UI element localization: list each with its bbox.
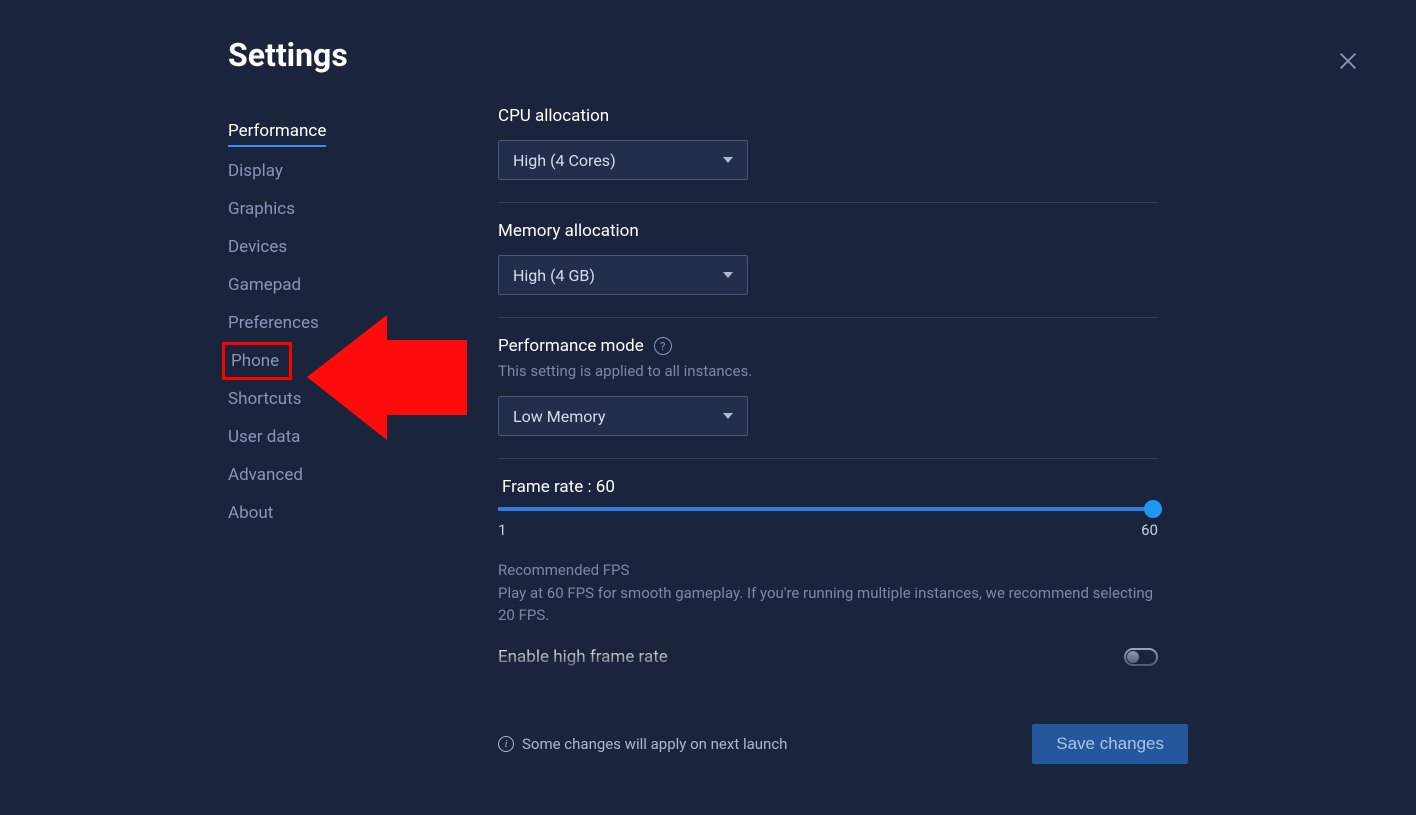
- chevron-down-icon: [723, 413, 733, 419]
- recommended-fps-title: Recommended FPS: [498, 561, 1158, 579]
- frame-rate-label: Frame rate : 60: [502, 477, 1158, 497]
- memory-select-value: High (4 GB): [513, 266, 595, 285]
- cpu-select-value: High (4 Cores): [513, 151, 616, 170]
- save-button[interactable]: Save changes: [1032, 724, 1188, 764]
- high-frame-label: Enable high frame rate: [498, 647, 668, 667]
- cpu-section: CPU allocation High (4 Cores): [498, 104, 1158, 203]
- memory-label: Memory allocation: [498, 221, 1158, 241]
- slider-max: 60: [1141, 521, 1158, 539]
- footer: i Some changes will apply on next launch…: [498, 724, 1188, 764]
- perfmode-select-value: Low Memory: [513, 407, 605, 426]
- cpu-label: CPU allocation: [498, 106, 1158, 126]
- recommended-fps-body: Play at 60 FPS for smooth gameplay. If y…: [498, 583, 1158, 627]
- memory-select[interactable]: High (4 GB): [498, 255, 748, 295]
- close-button[interactable]: [1337, 50, 1361, 74]
- sidebar-item-devices[interactable]: Devices: [228, 228, 287, 266]
- sidebar-item-display[interactable]: Display: [228, 152, 283, 190]
- chevron-down-icon: [723, 157, 733, 163]
- perfmode-label: Performance mode ?: [498, 336, 1158, 356]
- slider-min: 1: [498, 521, 506, 539]
- toggle-knob: [1127, 651, 1139, 663]
- cpu-select[interactable]: High (4 Cores): [498, 140, 748, 180]
- sidebar-item-performance[interactable]: Performance: [228, 112, 326, 147]
- info-icon: i: [498, 736, 514, 752]
- high-frame-toggle[interactable]: [1124, 648, 1158, 666]
- high-frame-row: Enable high frame rate: [498, 647, 1158, 667]
- slider-thumb[interactable]: [1144, 500, 1162, 518]
- sidebar-item-about[interactable]: About: [228, 494, 273, 532]
- sidebar-item-shortcuts[interactable]: Shortcuts: [228, 380, 302, 418]
- frame-rate-slider[interactable]: [498, 507, 1158, 511]
- perfmode-sub: This setting is applied to all instances…: [498, 362, 1158, 380]
- sidebar-item-gamepad[interactable]: Gamepad: [228, 266, 301, 304]
- close-icon: [1337, 50, 1359, 72]
- sidebar-item-phone[interactable]: Phone: [222, 342, 292, 380]
- settings-panel: Settings Performance Display Graphics De…: [228, 36, 1188, 776]
- page-title: Settings: [228, 36, 1188, 74]
- sidebar-item-user-data[interactable]: User data: [228, 418, 300, 456]
- sidebar-item-advanced[interactable]: Advanced: [228, 456, 303, 494]
- footer-note: i Some changes will apply on next launch: [498, 735, 787, 753]
- perfmode-select[interactable]: Low Memory: [498, 396, 748, 436]
- help-icon[interactable]: ?: [654, 337, 672, 355]
- main-content: CPU allocation High (4 Cores) Memory all…: [498, 104, 1188, 684]
- perfmode-section: Performance mode ? This setting is appli…: [498, 318, 1158, 459]
- chevron-down-icon: [723, 272, 733, 278]
- sidebar-item-preferences[interactable]: Preferences: [228, 304, 319, 342]
- frame-section: Frame rate : 60 1 60 Recommended FPS Pla…: [498, 459, 1158, 684]
- sidebar-item-graphics[interactable]: Graphics: [228, 190, 295, 228]
- memory-section: Memory allocation High (4 GB): [498, 203, 1158, 318]
- sidebar: Performance Display Graphics Devices Gam…: [228, 104, 498, 704]
